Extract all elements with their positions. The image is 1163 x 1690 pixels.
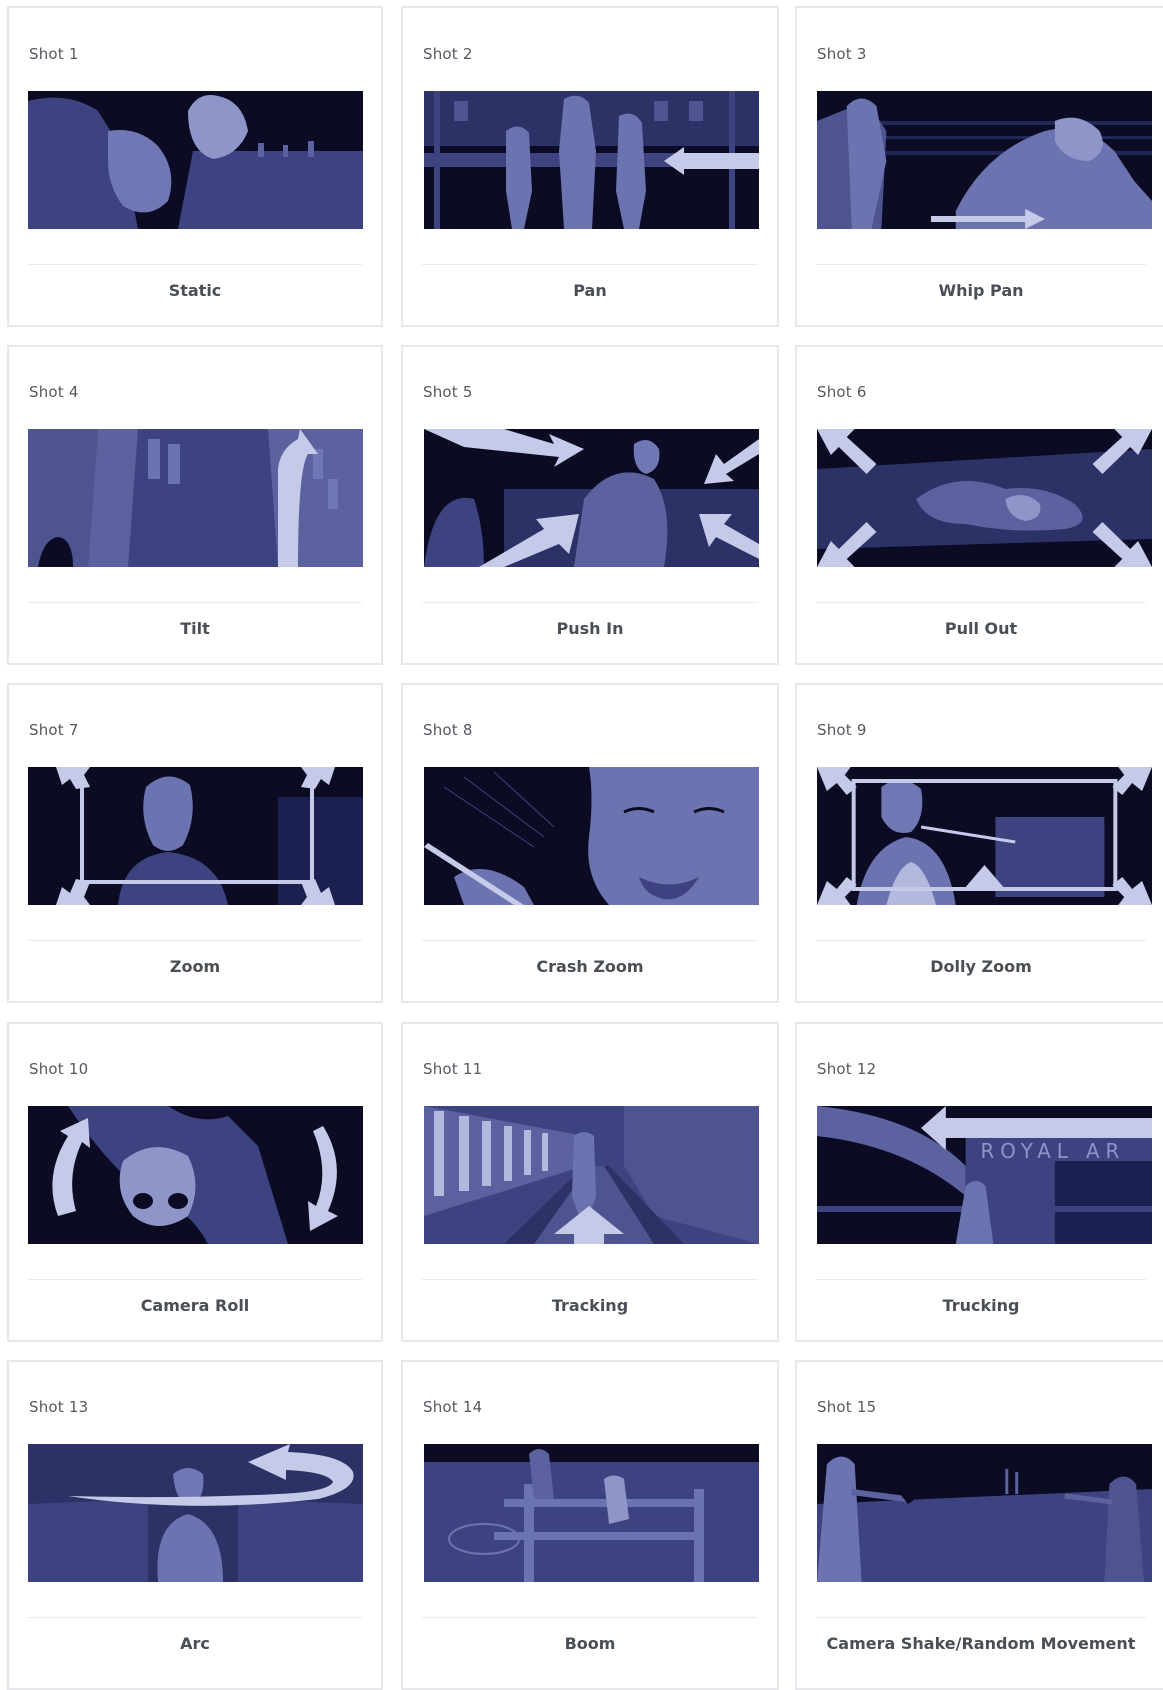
shot-card[interactable]: Shot 15 Camera Shake/Random Movement [795,1360,1163,1690]
crash-zoom-thumbnail[interactable] [424,767,759,905]
card-divider [422,1279,758,1280]
shot-label: Camera Shake/Random Movement [826,1634,1136,1653]
shot-card[interactable]: Shot 7 Zoom [7,683,383,1003]
shot-label: Pan [573,281,607,300]
shot-label: Pull Out [944,619,1018,638]
boom-thumbnail[interactable] [424,1444,759,1582]
trucking-thumbnail[interactable]: ROYAL AR [817,1106,1155,1244]
shot-label: Boom [564,1634,616,1653]
royal-sign-text: ROYAL AR [981,1140,1126,1163]
shot-number: Shot 12 [817,1060,877,1078]
card-divider [422,602,758,603]
card-divider [422,940,758,941]
shot-label: Whip Pan [938,281,1024,300]
shot-card[interactable]: Shot 1 Static [7,6,383,327]
shot-number: Shot 15 [817,1398,877,1416]
shot-number: Shot 4 [29,383,79,401]
shot-card[interactable]: Shot 11 Tracking [401,1022,779,1342]
shot-number: Shot 10 [29,1060,89,1078]
whip-pan-thumbnail[interactable] [817,91,1155,229]
tilt-thumbnail[interactable] [28,429,363,567]
shot-number: Shot 6 [817,383,867,401]
shot-label: Push In [556,619,624,638]
card-divider [816,602,1146,603]
card-divider [816,1279,1146,1280]
shot-card[interactable]: Shot 13 Arc [7,1360,383,1690]
shot-card[interactable]: Shot 6 Pull Out [795,345,1163,665]
shot-number: Shot 8 [423,721,473,739]
shot-card[interactable]: Shot 5 Push In [401,345,779,665]
shot-number: Shot 7 [29,721,79,739]
shot-label: Tracking [551,1296,629,1315]
shot-label: Arc [180,1634,210,1653]
shot-card[interactable]: Shot 4 Tilt [7,345,383,665]
shot-card[interactable]: Shot 2 Pan [401,6,779,327]
dolly-zoom-thumbnail[interactable] [817,767,1155,905]
shot-type-grid: Shot 1 Static Shot 2 Pan Shot 3 Whip Pan… [0,0,1163,1690]
shot-label: Tilt [180,619,210,638]
arc-thumbnail[interactable] [28,1444,363,1582]
shot-label: Dolly Zoom [930,957,1032,976]
shot-number: Shot 2 [423,45,473,63]
card-divider [28,602,362,603]
shot-number: Shot 5 [423,383,473,401]
card-divider [422,1617,758,1618]
shot-label: Zoom [169,957,221,976]
zoom-thumbnail[interactable] [28,767,363,905]
shot-card[interactable]: Shot 8 Crash Zoom [401,683,779,1003]
shot-number: Shot 3 [817,45,867,63]
card-divider [816,1617,1146,1618]
card-divider [28,1279,362,1280]
shot-label: Crash Zoom [536,957,644,976]
shot-number: Shot 11 [423,1060,483,1078]
card-divider [422,264,758,265]
pull-out-thumbnail[interactable] [817,429,1155,567]
shot-card[interactable]: Shot 9 Dolly Zoom [795,683,1163,1003]
card-divider [28,1617,362,1618]
camera-roll-thumbnail[interactable] [28,1106,363,1244]
card-divider [28,264,362,265]
pan-thumbnail[interactable] [424,91,759,229]
card-divider [816,940,1146,941]
shot-number: Shot 13 [29,1398,89,1416]
shot-number: Shot 9 [817,721,867,739]
shot-card[interactable]: Shot 12 ROYAL AR Trucking [795,1022,1163,1342]
shot-number: Shot 1 [29,45,79,63]
shot-card[interactable]: Shot 3 Whip Pan [795,6,1163,327]
shot-label: Camera Roll [140,1296,250,1315]
camera-shake-thumbnail[interactable] [817,1444,1155,1582]
shot-card[interactable]: Shot 10 Camera Roll [7,1022,383,1342]
card-divider [816,264,1146,265]
static-thumbnail[interactable] [28,91,363,229]
card-divider [28,940,362,941]
shot-label: Static [168,281,222,300]
shot-label: Trucking [942,1296,1020,1315]
shot-card[interactable]: Shot 14 Boom [401,1360,779,1690]
shot-number: Shot 14 [423,1398,483,1416]
tracking-thumbnail[interactable] [424,1106,759,1244]
push-in-thumbnail[interactable] [424,429,759,567]
